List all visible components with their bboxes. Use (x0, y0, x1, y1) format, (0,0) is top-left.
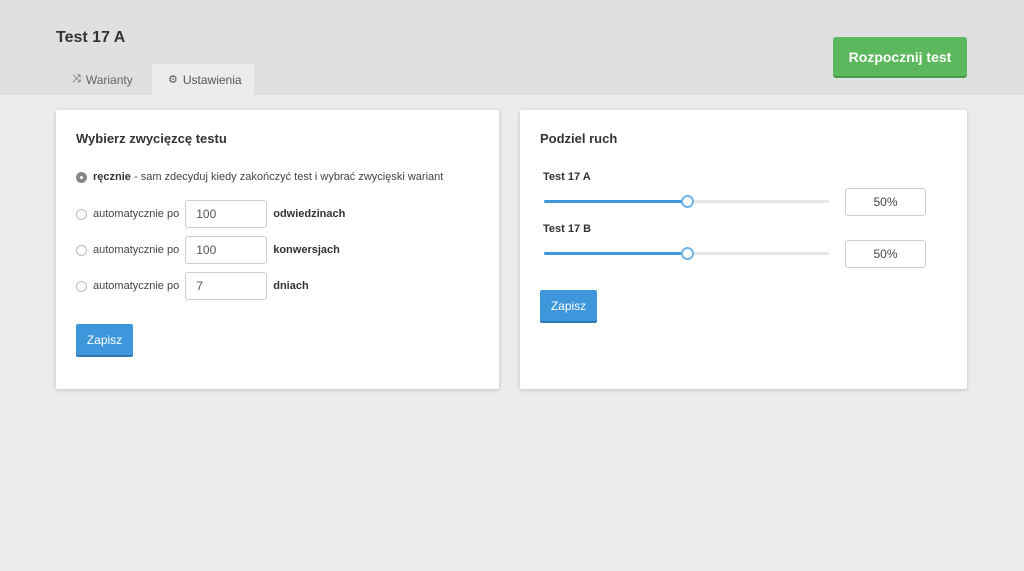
slider-thumb[interactable] (680, 195, 694, 208)
visits-unit: odwiedzinach (273, 208, 346, 220)
traffic-save-button[interactable]: Zapisz (540, 290, 597, 321)
manual-label-bold: ręcznie (93, 171, 131, 183)
days-unit: dniach (273, 280, 309, 292)
winner-save-button[interactable]: Zapisz (76, 324, 133, 355)
variant-b-slider[interactable] (544, 247, 829, 261)
tab-label: Ustawienia (182, 72, 242, 87)
slider-fill (544, 252, 687, 255)
variant-a-percent[interactable]: 50% (845, 188, 926, 216)
auto-days-radio[interactable] (76, 280, 87, 292)
auto-visits-option: automatycznie po 100 odwiedzinach (76, 200, 345, 228)
variant-a-label: Test 17 A (543, 171, 591, 183)
traffic-card-title: Podziel ruch (540, 131, 618, 146)
conversions-unit: konwersjach (273, 244, 340, 256)
variant-b-percent[interactable]: 50% (845, 240, 926, 268)
traffic-card: Podziel ruch Test 17 A 50% Test 17 B 50%… (520, 110, 967, 389)
gear-icon: ⚙ (168, 74, 178, 86)
tab-ustawienia[interactable]: ⚙ Ustawienia (152, 64, 254, 95)
auto-visits-radio[interactable] (76, 208, 87, 220)
visits-input[interactable]: 100 (185, 200, 268, 228)
auto-conversions-prefix: automatycznie po (93, 244, 180, 256)
variant-a-slider[interactable] (544, 195, 829, 209)
slider-thumb[interactable] (680, 247, 694, 260)
auto-conversions-radio[interactable] (76, 244, 87, 256)
tab-label: Warianty (85, 72, 133, 87)
start-test-button[interactable]: Rozpocznij test (833, 37, 967, 76)
conversions-input[interactable]: 100 (185, 236, 268, 264)
manual-label-rest: - sam zdecyduj kiedy zakończyć test i wy… (130, 171, 444, 183)
auto-days-option: automatycznie po 7 dniach (76, 272, 309, 300)
slider-fill (544, 200, 687, 203)
page-title: Test 17 A (56, 29, 126, 46)
manual-option: ręcznie - sam zdecyduj kiedy zakończyć t… (76, 163, 443, 191)
tab-bar: ⤨ Warianty ⚙ Ustawienia (56, 64, 254, 95)
shuffle-icon: ⤨ (72, 73, 81, 85)
auto-visits-prefix: automatycznie po (93, 208, 180, 220)
winner-card-title: Wybierz zwycięzcę testu (76, 131, 227, 146)
header: Test 17 A ⤨ Warianty ⚙ Ustawienia Rozpoc… (0, 0, 1024, 95)
winner-card: Wybierz zwycięzcę testu ręcznie - sam zd… (56, 110, 499, 389)
auto-days-prefix: automatycznie po (93, 280, 180, 292)
tab-warianty[interactable]: ⤨ Warianty (56, 64, 152, 95)
manual-radio[interactable] (76, 171, 87, 183)
auto-conversions-option: automatycznie po 100 konwersjach (76, 236, 340, 264)
days-input[interactable]: 7 (185, 272, 268, 300)
variant-b-label: Test 17 B (543, 223, 592, 235)
